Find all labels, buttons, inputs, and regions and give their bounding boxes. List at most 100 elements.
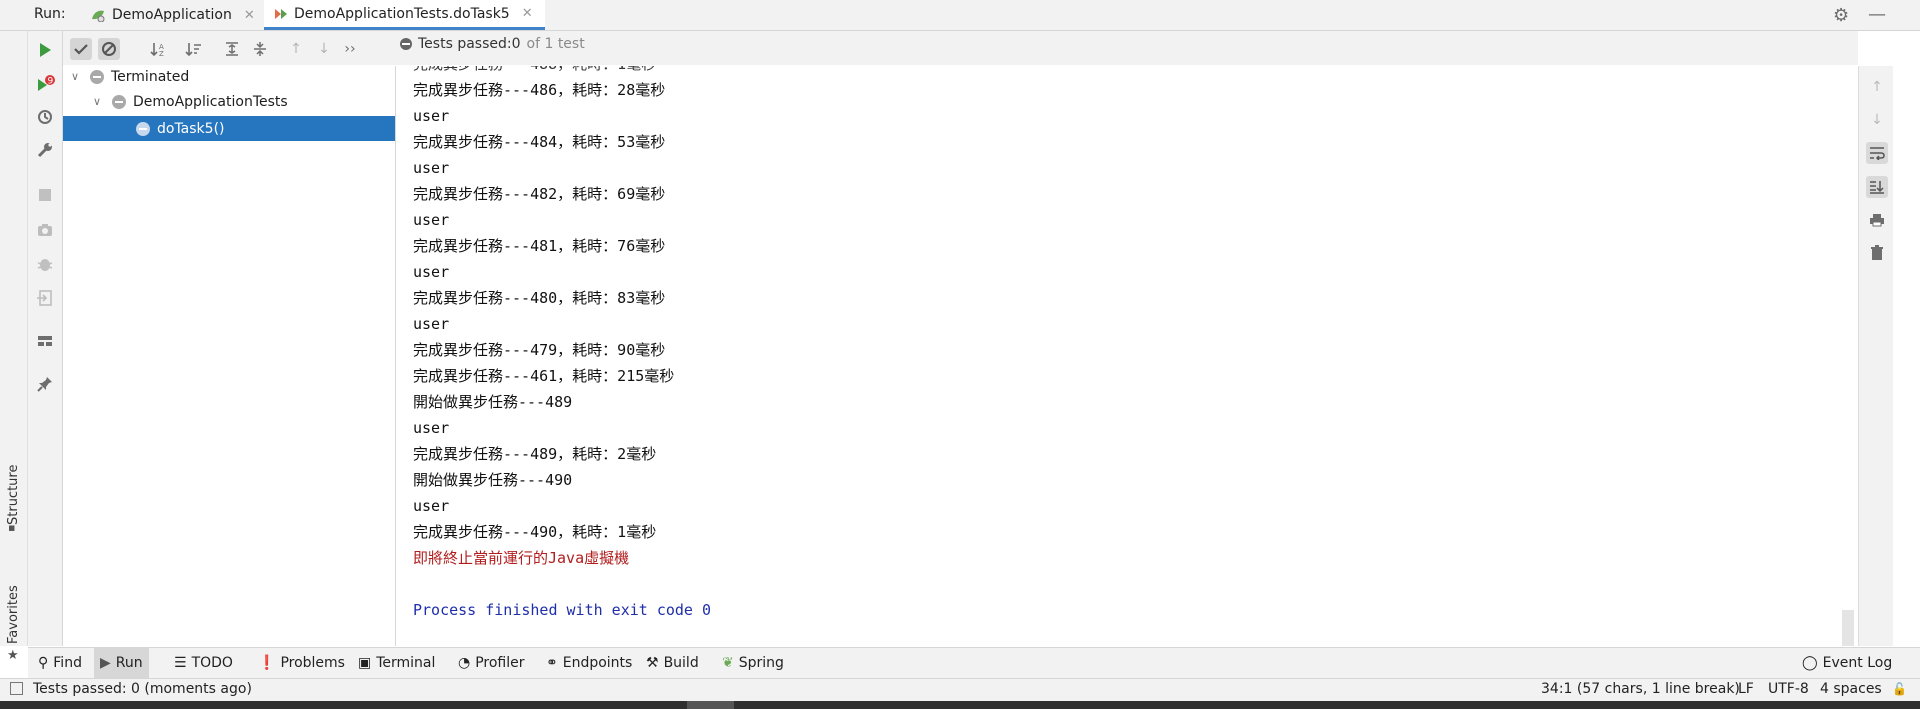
tab-label: Problems (280, 655, 345, 671)
layout-icon[interactable] (36, 332, 54, 350)
minimize-icon[interactable]: — (1868, 4, 1886, 25)
tab-find[interactable]: ⚲ Find (32, 648, 88, 678)
console-line: user (413, 419, 450, 437)
sort-alphabetically-icon[interactable]: AZ (148, 38, 170, 60)
scroll-to-end-icon[interactable] (1866, 176, 1888, 198)
rerun-icon[interactable] (36, 41, 54, 59)
console-line: Process finished with exit code 0 (413, 601, 712, 619)
tab-run[interactable]: ▶ Run (94, 648, 149, 678)
console-line: 完成異步任務---490，耗時：1毫秒 (413, 523, 657, 541)
taskbar-active-item (687, 701, 734, 709)
exit-icon[interactable] (36, 289, 54, 307)
favorites-tool-window[interactable]: Favorites (6, 585, 21, 644)
pin-icon[interactable] (36, 375, 54, 393)
structure-tool-window[interactable]: Structure (6, 465, 21, 525)
console-line: 完成異步任務---489，耗時：2毫秒 (413, 445, 657, 463)
endpoints-icon: ⚭ (546, 655, 558, 671)
console-line: 即將終止當前運行的Java虛擬機 (413, 549, 630, 567)
event-log-icon: ◯ (1802, 655, 1818, 671)
console-line-partial: 完成異步任務---488，耗時：1毫秒 (413, 66, 656, 74)
tab-endpoints[interactable]: ⚭ Endpoints (540, 648, 638, 678)
console-line: user (413, 263, 450, 281)
tab-demo-application-tests-label: DemoApplicationTests.doTask5 (294, 5, 510, 22)
next-test-icon[interactable]: ↓ (313, 38, 335, 60)
tests-passed-count: 0 (511, 36, 521, 52)
debug-icon[interactable] (36, 255, 54, 273)
tree-node-test-method[interactable]: doTask5() (63, 116, 395, 141)
list-icon: ☰ (174, 655, 187, 671)
collapse-all-icon[interactable] (249, 38, 271, 60)
tree-node-test-class[interactable]: ∨ DemoApplicationTests (93, 89, 288, 114)
tab-terminal[interactable]: ▣ Terminal (352, 648, 441, 678)
trash-icon[interactable] (1866, 242, 1888, 264)
lock-icon[interactable]: 🔓 (1892, 682, 1907, 696)
indent-setting[interactable]: 4 spaces (1820, 681, 1882, 697)
tab-demo-application-label: DemoApplication (112, 7, 232, 23)
show-passed-icon[interactable] (70, 38, 92, 60)
toggle-auto-test-icon[interactable] (36, 108, 54, 126)
tab-label: Spring (738, 655, 784, 671)
tab-label: Build (663, 655, 699, 671)
test-run-icon (272, 7, 288, 21)
close-icon[interactable]: ✕ (244, 8, 255, 23)
tab-demo-application-tests[interactable]: DemoApplicationTests.doTask5 ✕ (264, 0, 545, 30)
tab-label: Event Log (1822, 655, 1893, 671)
toggle-tool-windows-icon[interactable] (10, 682, 23, 695)
search-icon: ⚲ (38, 655, 49, 671)
print-icon[interactable] (1866, 209, 1888, 231)
wrench-icon[interactable] (36, 141, 54, 159)
console-output[interactable]: 完成異步任務---488，耗時：1毫秒 完成異步任務---486，耗時：28毫秒… (396, 66, 1858, 646)
tab-label: TODO (191, 655, 233, 671)
console-line: 完成異步任務---484，耗時：53毫秒 (413, 133, 666, 151)
more-actions-icon[interactable]: ›› (339, 38, 361, 60)
show-ignored-icon[interactable] (98, 38, 120, 60)
console-line: user (413, 497, 450, 515)
console-line: user (413, 315, 450, 333)
structure-icon: ▪ (8, 521, 16, 534)
tab-demo-application[interactable]: DemoApplication ✕ (82, 0, 263, 30)
expand-all-icon[interactable] (221, 38, 243, 60)
tab-todo[interactable]: ☰ TODO (168, 648, 239, 678)
line-separator[interactable]: LF (1738, 681, 1754, 697)
console-line: 完成異步任務---481，耗時：76毫秒 (413, 237, 666, 255)
tab-label: Run (115, 655, 143, 671)
console-line: 完成異步任務---486，耗時：28毫秒 (413, 81, 666, 99)
close-icon[interactable]: ✕ (522, 6, 533, 21)
spring-leaf-icon: ❦ (722, 655, 734, 671)
previous-test-icon[interactable]: ↑ (285, 38, 307, 60)
terminated-icon (90, 69, 104, 84)
tab-profiler[interactable]: ◔ Profiler (452, 648, 531, 678)
tests-status: Tests passed: 0 of 1 test (400, 36, 585, 52)
tab-label: Terminal (376, 655, 436, 671)
console-line: 完成異步任務---482，耗時：69毫秒 (413, 185, 666, 203)
rerun-failed-icon[interactable]: 9 (36, 75, 55, 93)
chevron-down-icon[interactable]: ∨ (93, 95, 105, 108)
tab-spring[interactable]: ❦ Spring (716, 648, 790, 678)
up-arrow-icon[interactable]: ↑ (1866, 76, 1888, 98)
console-line: user (413, 211, 450, 229)
caret-position[interactable]: 34:1 (57 chars, 1 line break) (1541, 681, 1740, 697)
tab-label: Profiler (475, 655, 525, 671)
status-message[interactable]: Tests passed: 0 (moments ago) (33, 681, 252, 697)
run-label: Run: (34, 6, 66, 22)
tree-node-label: doTask5() (157, 120, 225, 137)
tab-build[interactable]: ⚒ Build (640, 648, 705, 678)
console-scrollbar[interactable] (1842, 610, 1854, 646)
run-icon: ▶ (100, 655, 111, 671)
warning-icon: ❗ (258, 655, 276, 671)
settings-gear-icon[interactable]: ⚙ (1833, 5, 1849, 26)
console-line: 開始做異步任務---489 (413, 393, 573, 411)
tree-node-terminated[interactable]: ∨ Terminated (71, 64, 189, 89)
soft-wrap-icon[interactable] (1866, 142, 1888, 164)
camera-icon[interactable] (36, 221, 54, 239)
tree-node-label: DemoApplicationTests (133, 93, 288, 110)
test-tree: ∨ Terminated ∨ DemoApplicationTests doTa… (63, 66, 396, 646)
tab-problems[interactable]: ❗ Problems (252, 648, 351, 678)
down-arrow-icon[interactable]: ↓ (1866, 109, 1888, 131)
file-encoding[interactable]: UTF-8 (1768, 681, 1809, 697)
sort-by-duration-icon[interactable] (183, 38, 205, 60)
tab-event-log[interactable]: ◯ Event Log (1796, 648, 1898, 678)
run-header-bar: Run: DemoApplication ✕ DemoApplicationTe… (0, 0, 1920, 31)
stop-icon[interactable] (36, 186, 54, 204)
chevron-down-icon[interactable]: ∨ (71, 70, 83, 83)
